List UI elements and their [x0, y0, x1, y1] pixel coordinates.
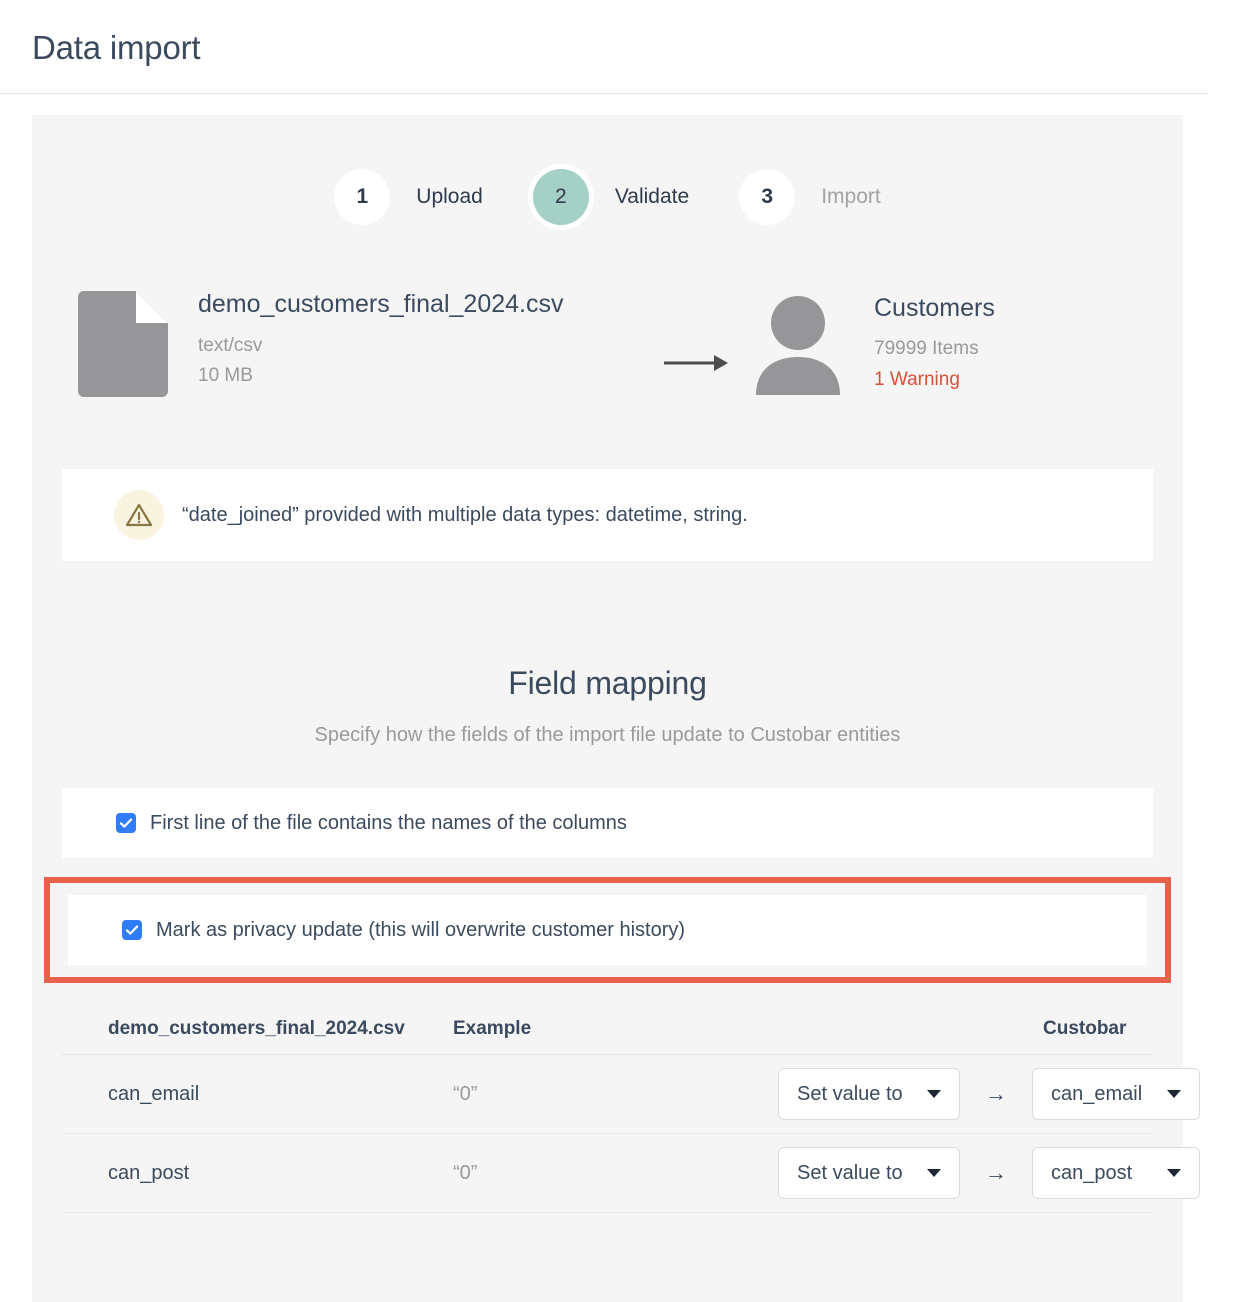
- step-upload-number: 1: [334, 169, 391, 225]
- page-title: Data import: [32, 28, 201, 66]
- row-target-dropdown[interactable]: can_email: [1032, 1068, 1200, 1120]
- target-entity-name: Customers: [874, 293, 995, 322]
- source-file-mime: text/csv: [198, 334, 263, 356]
- table-row: can_email “0” Set value to → can_email: [62, 1055, 1200, 1134]
- source-file-name: demo_customers_final_2024.csv: [198, 290, 564, 318]
- row-target-label: can_post: [1051, 1161, 1133, 1184]
- row-action-label: Set value to: [797, 1082, 903, 1105]
- row-action-label: Set value to: [797, 1161, 903, 1184]
- step-validate[interactable]: 2 Validate: [532, 169, 739, 225]
- step-import-number: 3: [739, 169, 796, 225]
- row-arrow-icon: →: [985, 1081, 1007, 1106]
- warning-banner-text: “date_joined” provided with multiple dat…: [182, 503, 748, 526]
- step-import[interactable]: 3 Import: [739, 169, 881, 225]
- file-icon: [78, 291, 168, 397]
- column-header-custobar: Custobar: [1043, 1017, 1127, 1039]
- summary-arrow: [642, 312, 752, 376]
- warning-banner: “date_joined” provided with multiple dat…: [62, 469, 1153, 561]
- source-file-size: 10 MB: [198, 364, 253, 386]
- step-validate-number: 2: [532, 169, 589, 225]
- step-validate-label: Validate: [614, 185, 690, 208]
- checkbox-first-line-headers[interactable]: [116, 813, 136, 833]
- arrow-right-icon: [664, 355, 728, 371]
- option-first-line-headers-label: First line of the file contains the name…: [150, 811, 627, 834]
- target-item-count: 79999 Items: [874, 338, 979, 360]
- row-controls: Set value to → can_email: [778, 1068, 1200, 1120]
- step-upload[interactable]: 1 Upload: [334, 169, 533, 225]
- header-divider: [0, 93, 1209, 94]
- table-row: can_post “0” Set value to → can_post: [62, 1134, 1200, 1213]
- page-header: Data import: [0, 0, 1256, 94]
- row-action-dropdown[interactable]: Set value to: [778, 1068, 960, 1120]
- source-file-block: demo_customers_final_2024.csv text/csv 1…: [32, 290, 642, 397]
- option-privacy-update-label: Mark as privacy update (this will overwr…: [156, 918, 686, 941]
- field-mapping-header: Field mapping Specify how the fields of …: [32, 561, 1183, 747]
- checkbox-privacy-update[interactable]: [122, 920, 142, 940]
- row-target-dropdown[interactable]: can_post: [1032, 1147, 1200, 1199]
- import-summary: demo_customers_final_2024.csv text/csv 1…: [32, 225, 1183, 397]
- target-warning-count: 1 Warning: [874, 368, 960, 390]
- import-stepper: 1 Upload 2 Validate 3 Import: [32, 115, 1183, 225]
- target-entity-block: Customers 79999 Items 1 Warning: [752, 293, 995, 395]
- field-mapping-table: demo_customers_final_2024.csv Example Cu…: [32, 1003, 1200, 1213]
- privacy-update-highlight: Mark as privacy update (this will overwr…: [44, 877, 1171, 983]
- table-header-row: demo_customers_final_2024.csv Example Cu…: [62, 1003, 1153, 1055]
- field-mapping-title: Field mapping: [508, 665, 707, 701]
- column-header-example: Example: [453, 1017, 532, 1039]
- option-privacy-update[interactable]: Mark as privacy update (this will overwr…: [68, 895, 1147, 965]
- row-example-value: “0”: [453, 1082, 478, 1105]
- chevron-down-icon: [1167, 1090, 1181, 1098]
- step-import-label: Import: [821, 185, 881, 208]
- source-file-meta: demo_customers_final_2024.csv text/csv 1…: [198, 290, 564, 391]
- row-action-dropdown[interactable]: Set value to: [778, 1147, 960, 1199]
- row-source-field: can_post: [108, 1161, 190, 1184]
- row-arrow-icon: →: [985, 1160, 1007, 1185]
- row-source-field: can_email: [108, 1082, 200, 1105]
- option-first-line-headers[interactable]: First line of the file contains the name…: [62, 788, 1153, 858]
- column-header-source: demo_customers_final_2024.csv: [108, 1017, 405, 1039]
- step-upload-label: Upload: [416, 185, 483, 208]
- field-mapping-subtitle: Specify how the fields of the import fil…: [314, 724, 901, 746]
- row-target-label: can_email: [1051, 1082, 1143, 1105]
- chevron-down-icon: [927, 1169, 941, 1177]
- chevron-down-icon: [927, 1090, 941, 1098]
- target-entity-meta: Customers 79999 Items 1 Warning: [874, 293, 995, 395]
- import-panel: 1 Upload 2 Validate 3 Import demo_custom…: [32, 115, 1200, 1302]
- chevron-down-icon: [1167, 1169, 1181, 1177]
- row-example-value: “0”: [453, 1161, 478, 1184]
- person-icon: [752, 295, 844, 395]
- row-controls: Set value to → can_post: [778, 1147, 1200, 1199]
- warning-triangle-icon: [114, 490, 164, 540]
